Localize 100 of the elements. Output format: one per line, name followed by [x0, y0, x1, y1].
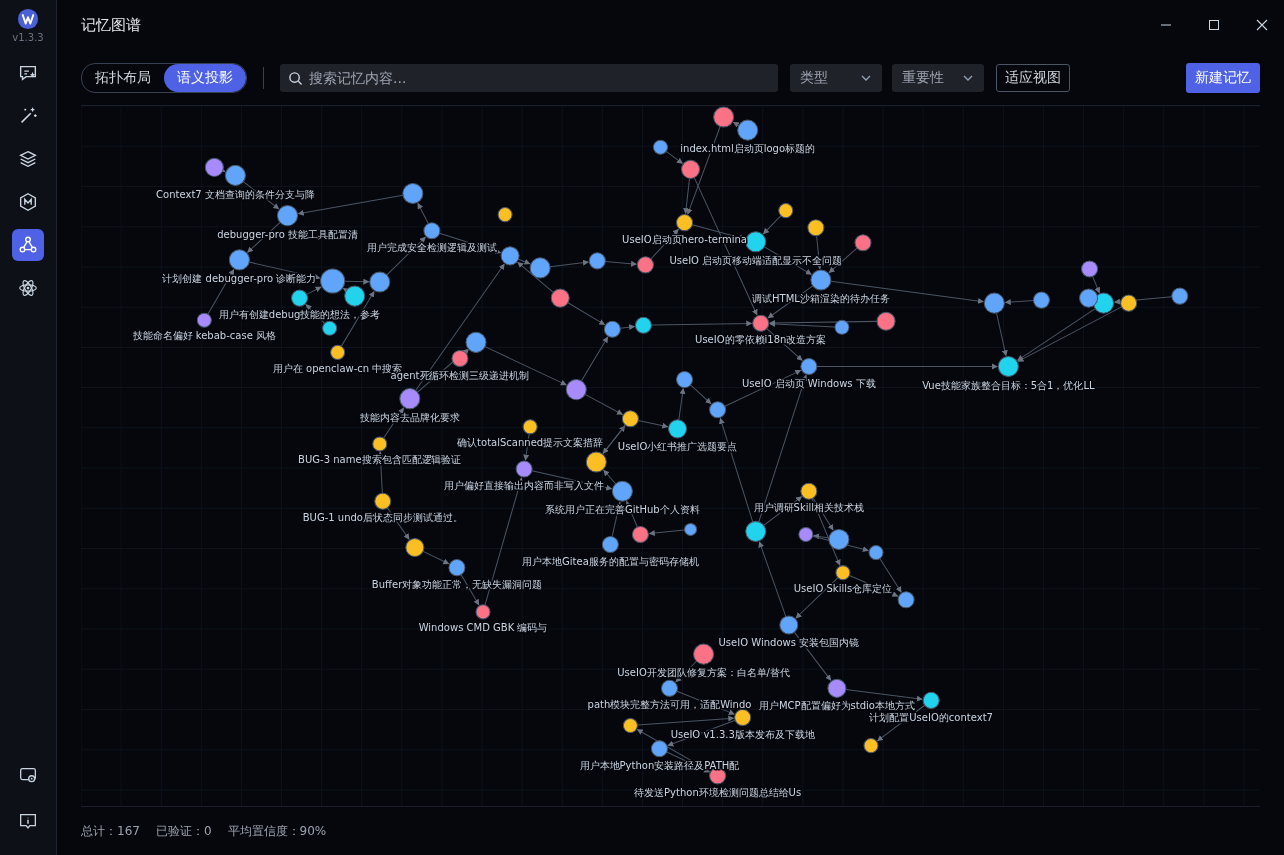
memory-node[interactable] — [621, 410, 639, 428]
node-label: 计划创建 debugger-pro 诊断能力 — [162, 273, 317, 284]
memory-node[interactable] — [465, 331, 487, 353]
memory-node[interactable] — [650, 740, 668, 758]
node-label: Windows CMD GBK 编码与 — [418, 622, 548, 633]
memory-node[interactable] — [622, 718, 638, 734]
memory-node[interactable] — [399, 388, 421, 410]
memory-node[interactable] — [1081, 260, 1099, 278]
memory-node[interactable] — [228, 249, 250, 271]
node-label: path模块完整方法可用，适配Windo — [587, 699, 752, 711]
memory-node[interactable] — [800, 482, 818, 500]
memory-node[interactable] — [1079, 288, 1099, 308]
status-text: 总计：167 — [81, 822, 140, 840]
memory-node[interactable] — [451, 349, 469, 367]
memory-node[interactable] — [693, 643, 715, 665]
memory-node[interactable] — [603, 320, 621, 338]
memory-node[interactable] — [515, 460, 533, 478]
memory-node[interactable] — [668, 419, 688, 439]
memory-node[interactable] — [807, 219, 825, 237]
memory-node[interactable] — [681, 159, 701, 179]
memory-node[interactable] — [1120, 294, 1138, 312]
memory-node[interactable] — [636, 256, 654, 274]
memory-node[interactable] — [320, 268, 346, 294]
graph-icon — [17, 234, 39, 256]
memory-node[interactable] — [322, 320, 338, 336]
memory-node[interactable] — [684, 522, 698, 536]
memory-node[interactable] — [448, 559, 466, 577]
atom-icon — [17, 277, 39, 299]
memory-node[interactable] — [745, 520, 767, 542]
memory-node[interactable] — [835, 565, 851, 581]
memory-node[interactable] — [661, 679, 678, 697]
memory-node[interactable] — [752, 314, 770, 332]
new-memory-button[interactable]: 新建记忆 — [1186, 62, 1260, 93]
memory-node[interactable] — [374, 492, 392, 510]
node-label: 系统用户正在完善GitHub个人资料 — [545, 504, 700, 516]
memory-node[interactable] — [475, 604, 491, 620]
memory-node[interactable] — [863, 738, 879, 754]
memory-node[interactable] — [983, 292, 1005, 314]
memory-node[interactable] — [922, 691, 940, 709]
memory-node[interactable] — [291, 289, 309, 307]
memory-node[interactable] — [834, 319, 850, 335]
memory-node[interactable] — [854, 234, 872, 252]
memory-node[interactable] — [827, 678, 847, 698]
memory-node[interactable] — [709, 401, 727, 419]
filter-dropdown[interactable]: 类型 — [790, 63, 882, 92]
memory-node[interactable] — [676, 371, 694, 389]
node-label: 技能内容去品牌化要求 — [359, 411, 460, 423]
memory-node[interactable] — [997, 355, 1019, 378]
memory-node[interactable] — [734, 708, 752, 727]
memory-node[interactable] — [522, 419, 538, 435]
memory-node[interactable] — [224, 164, 246, 186]
memory-node[interactable] — [529, 257, 551, 279]
memory-node[interactable] — [330, 344, 346, 360]
memory-node[interactable] — [1171, 287, 1189, 305]
fit-view-button[interactable]: 适应视图 — [996, 63, 1070, 92]
memory-node[interactable] — [497, 207, 513, 223]
memory-node[interactable] — [405, 537, 425, 558]
search-field[interactable]: 搜索记忆内容... — [280, 63, 778, 92]
memory-node[interactable] — [204, 157, 224, 177]
memory-node[interactable] — [868, 545, 884, 561]
memory-node[interactable] — [1093, 292, 1115, 314]
memory-node[interactable] — [798, 526, 814, 542]
memory-node[interactable] — [500, 246, 520, 266]
memory-node[interactable] — [737, 119, 759, 141]
layout-tab[interactable]: 拓扑布局 — [82, 63, 164, 92]
memory-node[interactable] — [372, 436, 388, 452]
memory-node[interactable] — [196, 312, 212, 328]
window-title: 记忆图谱 — [81, 15, 141, 35]
memory-node[interactable] — [369, 271, 391, 293]
memory-node[interactable] — [810, 269, 832, 291]
memory-node[interactable] — [344, 285, 366, 307]
version-label: v1.3.3 — [12, 32, 44, 43]
filter-dropdown[interactable]: 重要性 — [892, 63, 984, 92]
memory-node[interactable] — [652, 139, 668, 155]
node-label: index.html启动页logo标题的 — [680, 143, 816, 155]
memory-node[interactable] — [779, 615, 799, 635]
layout-tab[interactable]: 语义投影 — [164, 63, 246, 92]
memory-node[interactable] — [585, 451, 607, 473]
memory-node[interactable] — [277, 205, 299, 227]
memory-node[interactable] — [402, 182, 424, 205]
memory-node[interactable] — [634, 316, 652, 334]
node-label: 用户本地Python安装路径及PATH配 — [579, 759, 740, 771]
memory-node[interactable] — [876, 311, 896, 331]
memory-node[interactable] — [550, 288, 570, 308]
memory-node[interactable] — [897, 591, 915, 609]
node-label: UseIO Skills仓库定位 — [793, 582, 893, 594]
memory-node[interactable] — [676, 214, 694, 232]
memory-node[interactable] — [611, 480, 633, 502]
sidebar-item[interactable] — [12, 229, 44, 261]
memory-node[interactable] — [423, 222, 441, 240]
memory-node[interactable] — [713, 106, 735, 128]
memory-node[interactable] — [778, 203, 794, 219]
memory-node[interactable] — [631, 525, 649, 543]
memory-node[interactable] — [1032, 291, 1050, 309]
memory-node[interactable] — [601, 535, 619, 554]
memory-node[interactable] — [745, 231, 767, 253]
memory-node[interactable] — [828, 528, 850, 551]
memory-node[interactable] — [565, 379, 587, 401]
memory-node[interactable] — [588, 252, 606, 270]
memory-node[interactable] — [800, 357, 818, 376]
